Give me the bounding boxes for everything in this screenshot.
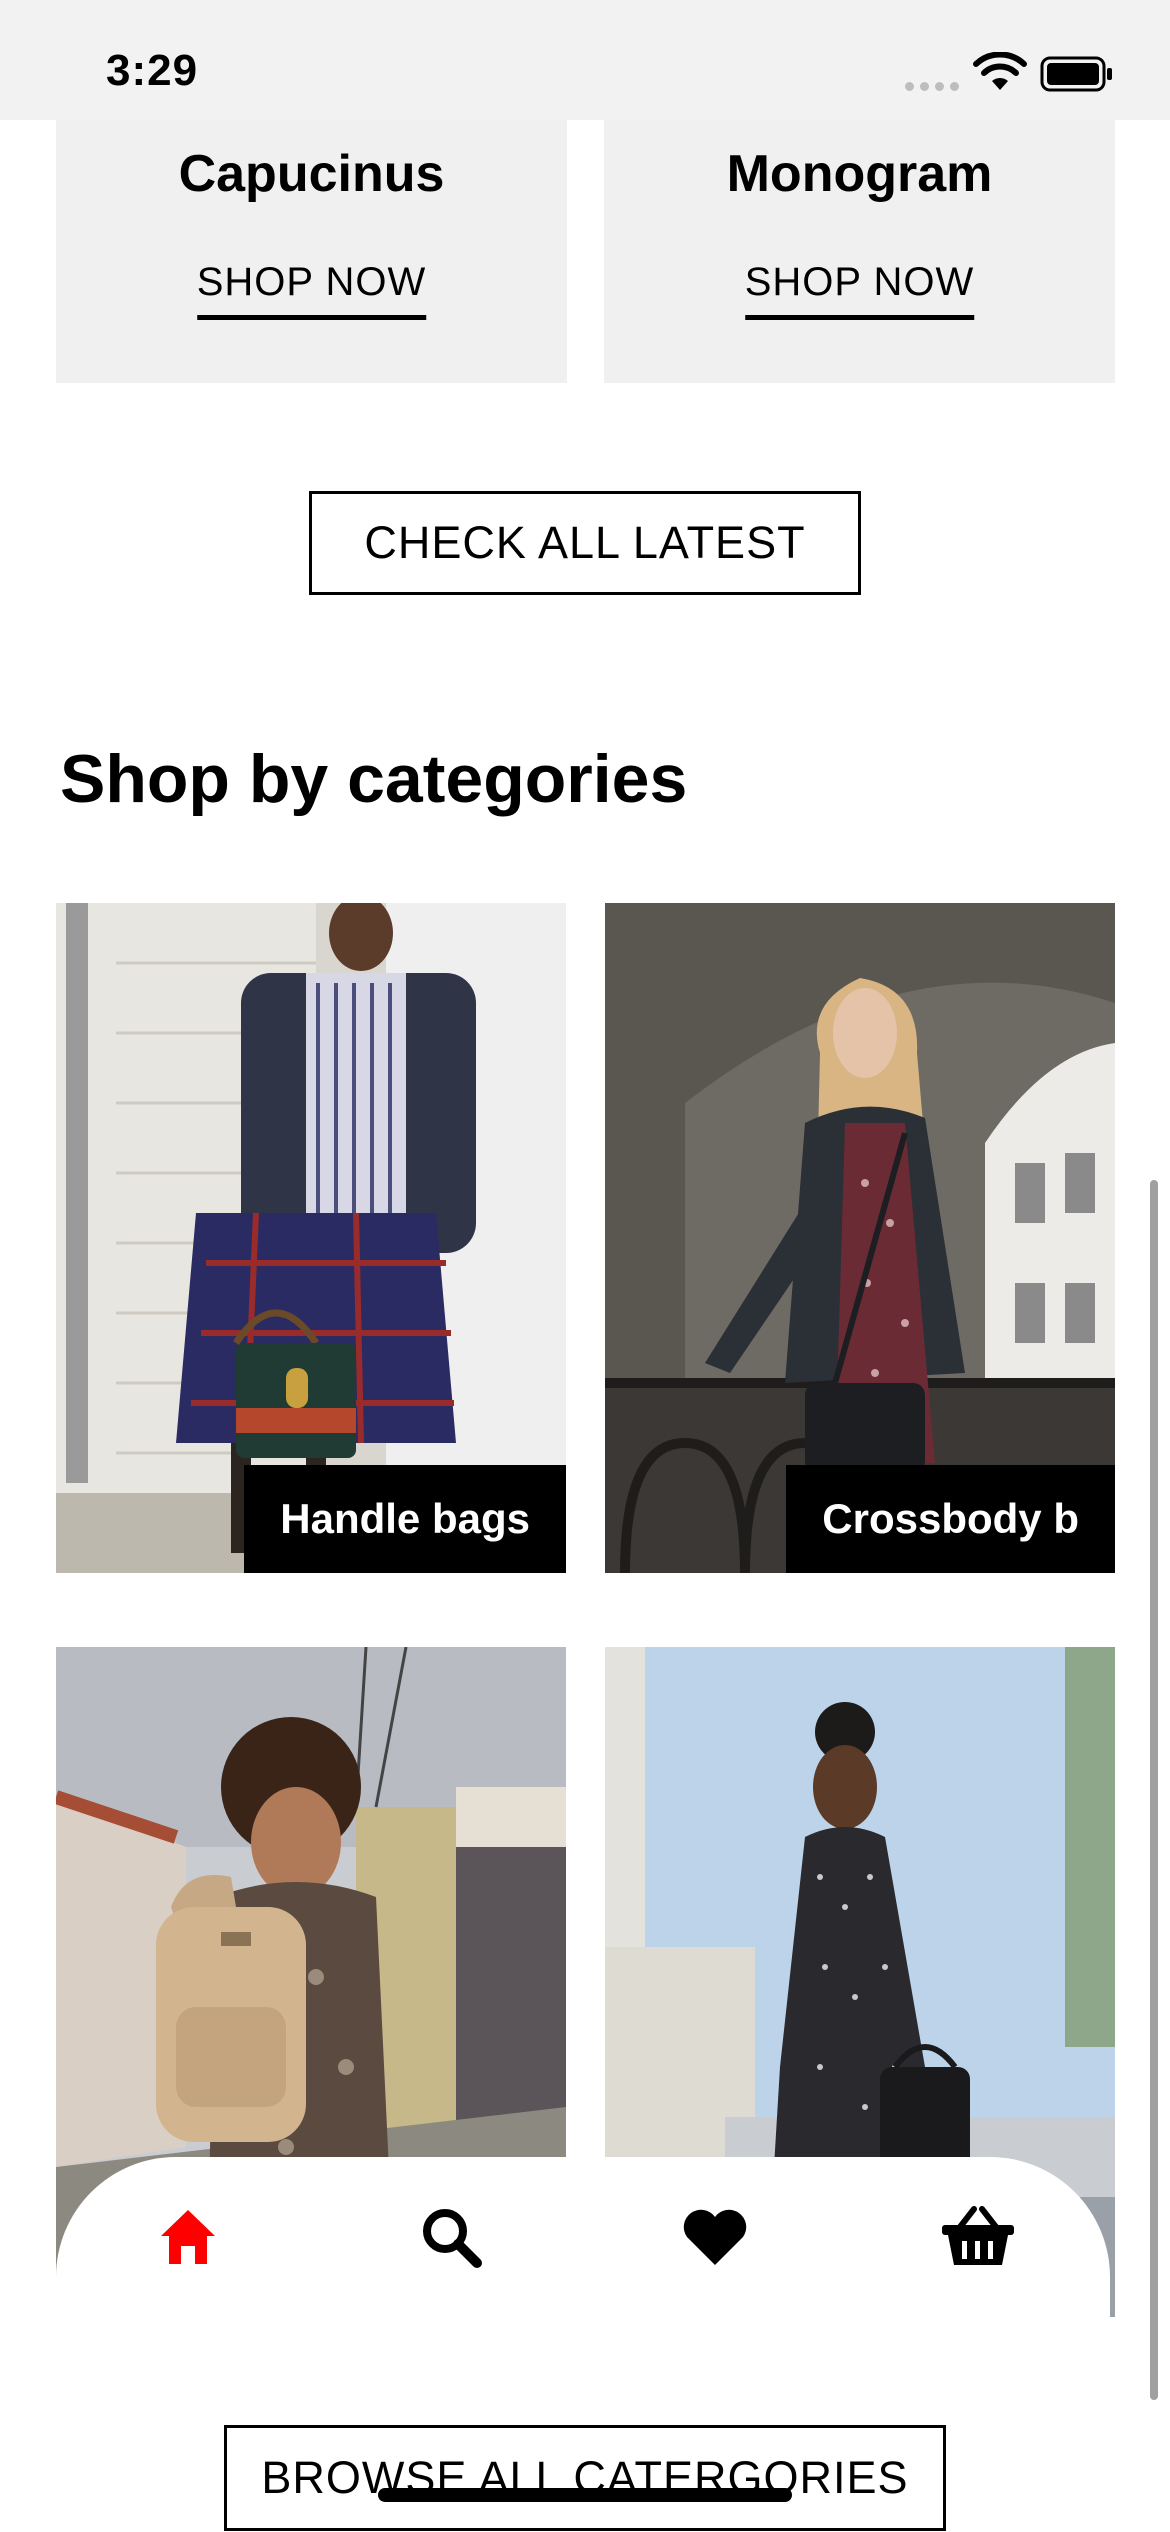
home-indicator[interactable] [378,2488,792,2502]
category-tile-crossbody[interactable]: Crossbody b [605,903,1115,1573]
shop-now-link[interactable]: SHOP NOW [196,260,427,320]
browse-all-categories-button[interactable]: BROWSE ALL CATERGORIES [224,2425,946,2531]
scroll-indicator[interactable] [1150,1180,1158,2400]
battery-icon [1040,56,1112,92]
heart-icon [683,2209,746,2265]
product-name: Capucinus [178,145,445,203]
nav-favorites[interactable] [670,2192,760,2282]
product-name: Monogram [726,145,993,203]
check-all-latest-button[interactable]: CHECK ALL LATEST [309,491,861,595]
search-icon [423,2209,483,2268]
status-time: 3:29 [106,46,199,95]
product-card-capucinus[interactable]: Capucinus SHOP NOW [56,120,567,383]
nav-basket[interactable] [933,2192,1023,2282]
section-title: Shop by categories [60,741,688,817]
product-card-monogram[interactable]: Monogram SHOP NOW [604,120,1115,383]
category-label: Crossbody b [786,1465,1115,1573]
category-label: Handle bags [244,1465,566,1573]
basket-icon [942,2206,1015,2265]
status-bar: 3:29 [0,0,1170,120]
nav-home[interactable] [143,2192,233,2282]
wifi-icon [973,52,1027,90]
home-icon [160,2210,215,2264]
category-tile-handle-bags[interactable]: Handle bags [56,903,566,1573]
bottom-nav-bar [56,2157,1110,2317]
shop-now-link[interactable]: SHOP NOW [744,260,975,320]
cellular-signal-icon [905,82,959,91]
nav-search[interactable] [406,2192,496,2282]
